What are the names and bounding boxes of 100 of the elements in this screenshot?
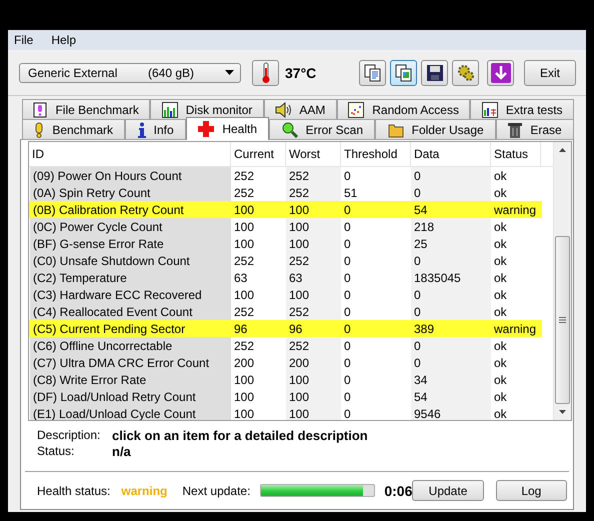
table-cell: 0 bbox=[411, 184, 491, 201]
log-button[interactable]: Log bbox=[496, 480, 567, 501]
table-cell-text: 0 bbox=[343, 388, 352, 405]
table-cell-text: 100 bbox=[233, 236, 256, 252]
column-header[interactable]: Status bbox=[491, 142, 541, 166]
tab[interactable]: Error Scan bbox=[269, 119, 376, 139]
table-cell-text: 0 bbox=[343, 270, 352, 286]
table-cell: 100 bbox=[286, 371, 341, 388]
table-cell-text: 63 bbox=[233, 270, 248, 286]
scrollbar-thumb[interactable] bbox=[555, 236, 570, 404]
table-cell: 100 bbox=[286, 388, 341, 405]
copy-icon bbox=[394, 64, 412, 82]
tab[interactable]: Health bbox=[186, 117, 270, 140]
table-cell-text: 0 bbox=[343, 304, 352, 320]
tab[interactable]: Folder Usage bbox=[375, 119, 496, 139]
table-cell-text: 51 bbox=[343, 184, 358, 201]
table-cell: 0 bbox=[411, 286, 491, 303]
document-icon bbox=[33, 102, 48, 118]
table-cell: 63 bbox=[286, 269, 341, 286]
table-cell: 252 bbox=[286, 184, 341, 201]
down-arrow-icon bbox=[559, 410, 566, 414]
toolbar-button[interactable] bbox=[390, 60, 417, 86]
menu-item[interactable]: File bbox=[14, 33, 34, 47]
table-cell: (C0) Unsafe Shutdown Count bbox=[30, 252, 231, 269]
table-cell-text: ok bbox=[493, 184, 508, 201]
table-cell: (BF) G-sense Error Rate bbox=[30, 235, 231, 252]
scrollbar[interactable] bbox=[553, 142, 571, 420]
column-header[interactable]: Threshold bbox=[341, 142, 411, 166]
table-cell: 218 bbox=[411, 218, 491, 235]
table-cell-text: ok bbox=[493, 388, 508, 405]
bar-chart-icon bbox=[162, 102, 178, 118]
description-label: Description: bbox=[37, 428, 102, 442]
table-cell: (C6) Offline Uncorrectable bbox=[30, 337, 231, 354]
table-cell-text: ok bbox=[493, 354, 508, 371]
column-header[interactable]: ID bbox=[29, 142, 231, 166]
caret-icon bbox=[225, 70, 234, 75]
table-cell-text: 252 bbox=[233, 338, 256, 354]
exit-button[interactable]: Exit bbox=[524, 60, 576, 86]
table-cell: (C2) Temperature bbox=[30, 269, 231, 286]
table-cell-text: 252 bbox=[233, 304, 256, 320]
table-cell: (DF) Load/Unload Retry Count bbox=[30, 388, 231, 405]
table-cell-text: ok bbox=[493, 168, 508, 184]
table-cell: 54 bbox=[411, 388, 491, 405]
temperature-button[interactable] bbox=[252, 60, 279, 86]
table-cell-text: 100 bbox=[233, 218, 256, 235]
toolbar-button[interactable] bbox=[487, 60, 514, 86]
table-cell: 34 bbox=[411, 371, 491, 388]
toolbar-button[interactable] bbox=[359, 60, 386, 86]
table-cell-text: 0 bbox=[343, 338, 352, 354]
table-cell: (C4) Reallocated Event Count bbox=[30, 303, 231, 320]
table-cell: 0 bbox=[411, 354, 491, 371]
table-cell: 100 bbox=[286, 405, 341, 420]
table-cell: (E1) Load/Unload Cycle Count bbox=[30, 405, 231, 420]
table-cell-text: 100 bbox=[233, 286, 256, 303]
tab[interactable]: Info bbox=[125, 119, 186, 139]
column-header[interactable]: Current bbox=[231, 142, 286, 166]
table-cell: 252 bbox=[286, 303, 341, 320]
menu-item[interactable]: Help bbox=[51, 33, 76, 47]
toolbar-button[interactable] bbox=[452, 60, 479, 86]
table-cell-text: ok bbox=[493, 304, 508, 320]
table-cell-text: ok bbox=[493, 252, 508, 269]
table-cell-text: ok bbox=[493, 286, 508, 303]
toolbar-button[interactable] bbox=[421, 60, 448, 86]
table-cell: 1835045 bbox=[411, 269, 491, 286]
table-cell: 0 bbox=[411, 167, 491, 184]
table-cell: 252 bbox=[286, 167, 341, 184]
table-cell: (C8) Write Error Rate bbox=[30, 371, 231, 388]
health-status-label: Health status: bbox=[37, 484, 110, 498]
tab[interactable]: Benchmark bbox=[22, 119, 126, 139]
table-cell-text: 252 bbox=[233, 168, 256, 184]
tab[interactable]: AAM bbox=[264, 99, 337, 119]
table-cell-text: 0 bbox=[343, 354, 352, 371]
tab[interactable]: Erase bbox=[496, 119, 574, 139]
table-cell-text: 100 bbox=[233, 388, 256, 405]
tab[interactable]: Extra tests bbox=[470, 99, 574, 119]
table-cell-text: 252 bbox=[233, 184, 256, 201]
table-cell-text: ok bbox=[493, 270, 508, 286]
table-cell: 0 bbox=[411, 252, 491, 269]
table-cell-text: ok bbox=[493, 338, 508, 354]
table-cell: 252 bbox=[286, 337, 341, 354]
column-header[interactable]: Data bbox=[411, 142, 491, 166]
column-header[interactable]: Worst bbox=[286, 142, 341, 166]
table-cell: 100 bbox=[286, 218, 341, 235]
info-icon bbox=[138, 122, 146, 138]
up-arrow-icon bbox=[559, 148, 566, 152]
cross-icon bbox=[198, 121, 214, 137]
table-cell: 0 bbox=[411, 303, 491, 320]
update-button[interactable]: Update bbox=[412, 480, 484, 501]
countdown-time: 0:06 bbox=[384, 482, 412, 498]
tab[interactable]: Disk monitor bbox=[150, 99, 264, 119]
table-cell-text: 0 bbox=[343, 218, 352, 235]
tab[interactable]: Random Access bbox=[336, 99, 470, 119]
drive-dropdown[interactable]: Generic External (640 gB) bbox=[19, 62, 241, 82]
health-status-value: warning bbox=[121, 484, 168, 498]
table-cell-text: 100 bbox=[233, 406, 256, 420]
gears-icon bbox=[456, 64, 474, 82]
thermometer-icon bbox=[260, 62, 270, 84]
table-cell-text: 100 bbox=[233, 372, 256, 388]
table-cell: 100 bbox=[286, 286, 341, 303]
tab[interactable]: File Benchmark bbox=[22, 99, 150, 119]
